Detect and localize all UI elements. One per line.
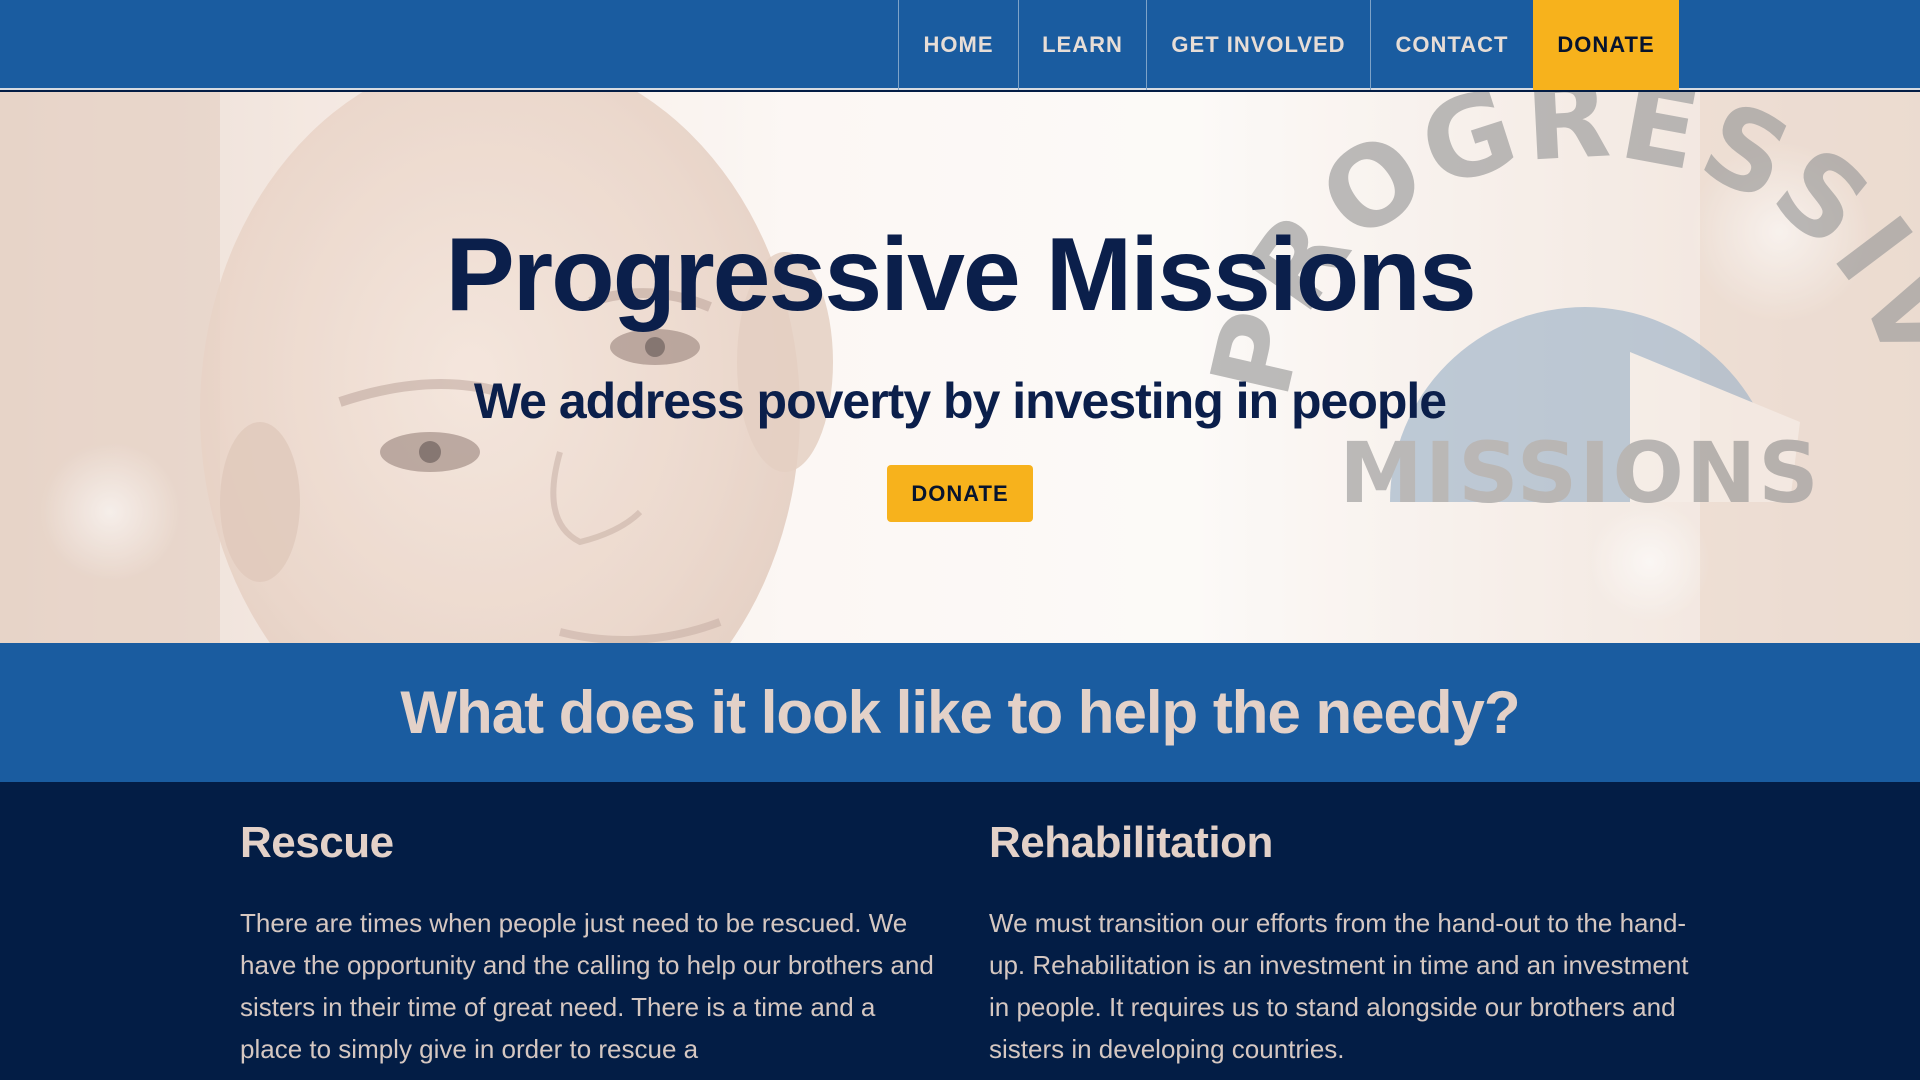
nav-contact[interactable]: CONTACT [1370,0,1533,90]
hero-section: PROGRESSIVE MISSIONS Progressive Mission… [0,92,1920,643]
hero-donate-button[interactable]: DONATE [887,465,1033,522]
nav-get-involved[interactable]: GET INVOLVED [1146,0,1370,90]
nav-learn[interactable]: LEARN [1018,0,1146,90]
rehabilitation-body: We must transition our efforts from the … [989,908,1689,1064]
main-nav: HOME LEARN GET INVOLVED CONTACT DONATE [898,0,1679,90]
nav-home[interactable]: HOME [898,0,1018,90]
rehabilitation-heading: Rehabilitation [989,818,1273,867]
question-band: What does it look like to help the needy… [0,643,1920,782]
band-heading: What does it look like to help the needy… [400,679,1520,746]
hero-content: Progressive Missions We address poverty … [0,92,1920,643]
rescue-body: There are times when people just need to… [240,908,934,1064]
info-section: Rescue There are times when people just … [0,782,1920,1080]
hero-subtitle: We address poverty by investing in peopl… [473,373,1447,429]
nav-donate-button[interactable]: DONATE [1533,0,1679,90]
hero-title: Progressive Missions [445,217,1476,333]
top-navbar: HOME LEARN GET INVOLVED CONTACT DONATE [0,0,1920,90]
rescue-heading: Rescue [240,818,394,867]
